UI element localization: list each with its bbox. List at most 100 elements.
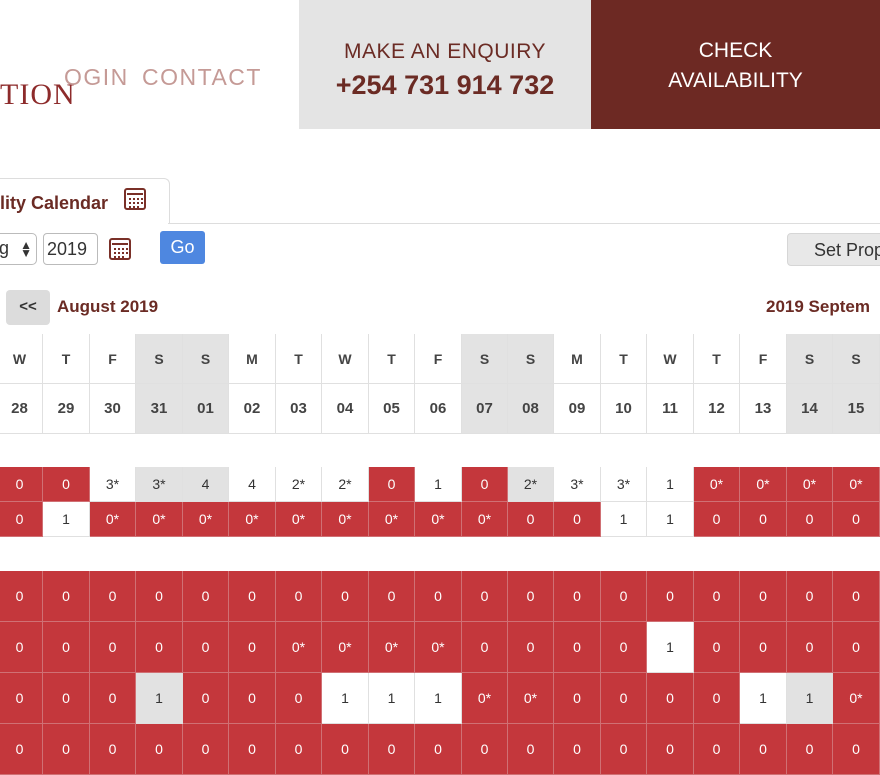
availability-cell[interactable]: 0 [0,673,43,724]
availability-cell[interactable]: 0 [554,724,601,775]
go-button[interactable]: Go [160,231,205,264]
availability-cell[interactable]: 0 [0,724,43,775]
availability-cell[interactable]: 0 [694,673,740,724]
availability-cell[interactable]: 0 [601,571,647,622]
availability-cell[interactable]: 0* [276,502,322,537]
availability-cell[interactable]: 0 [43,467,90,502]
availability-cell[interactable]: 0 [462,571,508,622]
availability-cell[interactable]: 0 [787,502,833,537]
availability-cell[interactable]: 2* [276,467,322,502]
availability-cell[interactable]: 0 [554,622,601,673]
nav-login-link[interactable]: OGIN [64,64,129,90]
availability-cell[interactable]: 0 [740,571,787,622]
availability-cell[interactable]: 0 [508,724,554,775]
availability-cell[interactable]: 0* [322,622,369,673]
availability-cell[interactable]: 0* [787,467,833,502]
availability-cell[interactable]: 2* [508,467,554,502]
availability-cell[interactable]: 0 [43,622,90,673]
availability-cell[interactable]: 0* [833,467,880,502]
availability-cell[interactable]: 0* [183,502,229,537]
availability-cell[interactable]: 1 [647,502,694,537]
availability-cell[interactable]: 0 [276,571,322,622]
availability-cell[interactable]: 0 [0,622,43,673]
availability-cell[interactable]: 1 [415,673,462,724]
availability-cell[interactable]: 0 [415,724,462,775]
availability-cell[interactable]: 0 [833,502,880,537]
availability-cell[interactable]: 0 [787,622,833,673]
availability-cell[interactable]: 2* [322,467,369,502]
availability-cell[interactable]: 0* [415,622,462,673]
availability-cell[interactable]: 0* [369,502,415,537]
availability-cell[interactable]: 0 [90,673,136,724]
availability-cell[interactable]: 3* [554,467,601,502]
availability-cell[interactable]: 0* [90,502,136,537]
availability-cell[interactable]: 3* [601,467,647,502]
availability-cell[interactable]: 0* [415,502,462,537]
availability-cell[interactable]: 0 [0,571,43,622]
availability-cell[interactable]: 0* [462,673,508,724]
availability-cell[interactable]: 0 [740,622,787,673]
availability-cell[interactable]: 0 [136,724,183,775]
availability-cell[interactable]: 0 [369,571,415,622]
month-select[interactable]: g ▲ ▼ [0,233,37,265]
nav-contact-link[interactable]: CONTACT [142,64,262,90]
availability-cell[interactable]: 0 [322,724,369,775]
availability-cell[interactable]: 1 [647,622,694,673]
year-input[interactable]: 2019 [43,233,98,265]
availability-cell[interactable]: 0* [229,502,276,537]
availability-cell[interactable]: 0 [647,724,694,775]
availability-cell[interactable]: 0 [276,724,322,775]
availability-cell[interactable]: 1 [322,673,369,724]
availability-cell[interactable]: 0 [322,571,369,622]
availability-cell[interactable]: 0* [369,622,415,673]
availability-cell[interactable]: 0* [508,673,554,724]
availability-cell[interactable]: 0 [554,571,601,622]
availability-cell[interactable]: 3* [136,467,183,502]
availability-cell[interactable]: 0 [833,571,880,622]
availability-cell[interactable]: 0 [183,724,229,775]
availability-cell[interactable]: 0 [43,571,90,622]
availability-cell[interactable]: 0 [229,724,276,775]
availability-cell[interactable]: 0 [508,622,554,673]
availability-cell[interactable]: 1 [136,673,183,724]
availability-cell[interactable]: 0 [508,502,554,537]
availability-cell[interactable]: 0 [694,724,740,775]
check-availability-button[interactable]: CHECK AVAILABILITY [591,0,880,129]
availability-cell[interactable]: 1 [43,502,90,537]
availability-cell[interactable]: 0* [740,467,787,502]
availability-cell[interactable]: 0 [136,571,183,622]
availability-cell[interactable]: 0* [276,622,322,673]
availability-cell[interactable]: 0 [136,622,183,673]
enquiry-phone[interactable]: +254 731 914 732 [299,70,591,101]
availability-cell[interactable]: 1 [601,502,647,537]
availability-cell[interactable]: 0 [647,571,694,622]
availability-cell[interactable]: 0 [276,673,322,724]
availability-cell[interactable]: 0 [0,502,43,537]
availability-cell[interactable]: 1 [740,673,787,724]
availability-cell[interactable]: 4 [183,467,229,502]
availability-cell[interactable]: 0 [183,571,229,622]
availability-cell[interactable]: 0 [508,571,554,622]
availability-cell[interactable]: 0 [90,622,136,673]
availability-cell[interactable]: 1 [787,673,833,724]
availability-cell[interactable]: 0* [322,502,369,537]
enquiry-box[interactable]: MAKE AN ENQUIRY +254 731 914 732 [299,0,591,129]
availability-cell[interactable]: 1 [415,467,462,502]
availability-cell[interactable]: 1 [369,673,415,724]
availability-cell[interactable]: 0 [183,622,229,673]
availability-cell[interactable]: 3* [90,467,136,502]
availability-cell[interactable]: 0 [554,502,601,537]
availability-cell[interactable]: 0 [833,622,880,673]
availability-cell[interactable]: 0 [0,467,43,502]
availability-cell[interactable]: 0 [601,724,647,775]
availability-cell[interactable]: 0 [554,673,601,724]
availability-cell[interactable]: 0 [90,724,136,775]
availability-cell[interactable]: 0 [183,673,229,724]
availability-cell[interactable]: 0 [694,622,740,673]
availability-cell[interactable]: 0 [462,724,508,775]
availability-cell[interactable]: 0 [43,673,90,724]
availability-cell[interactable]: 0* [833,673,880,724]
set-property-button[interactable]: Set Prop [787,233,880,266]
availability-cell[interactable]: 0 [833,724,880,775]
availability-cell[interactable]: 0 [740,724,787,775]
